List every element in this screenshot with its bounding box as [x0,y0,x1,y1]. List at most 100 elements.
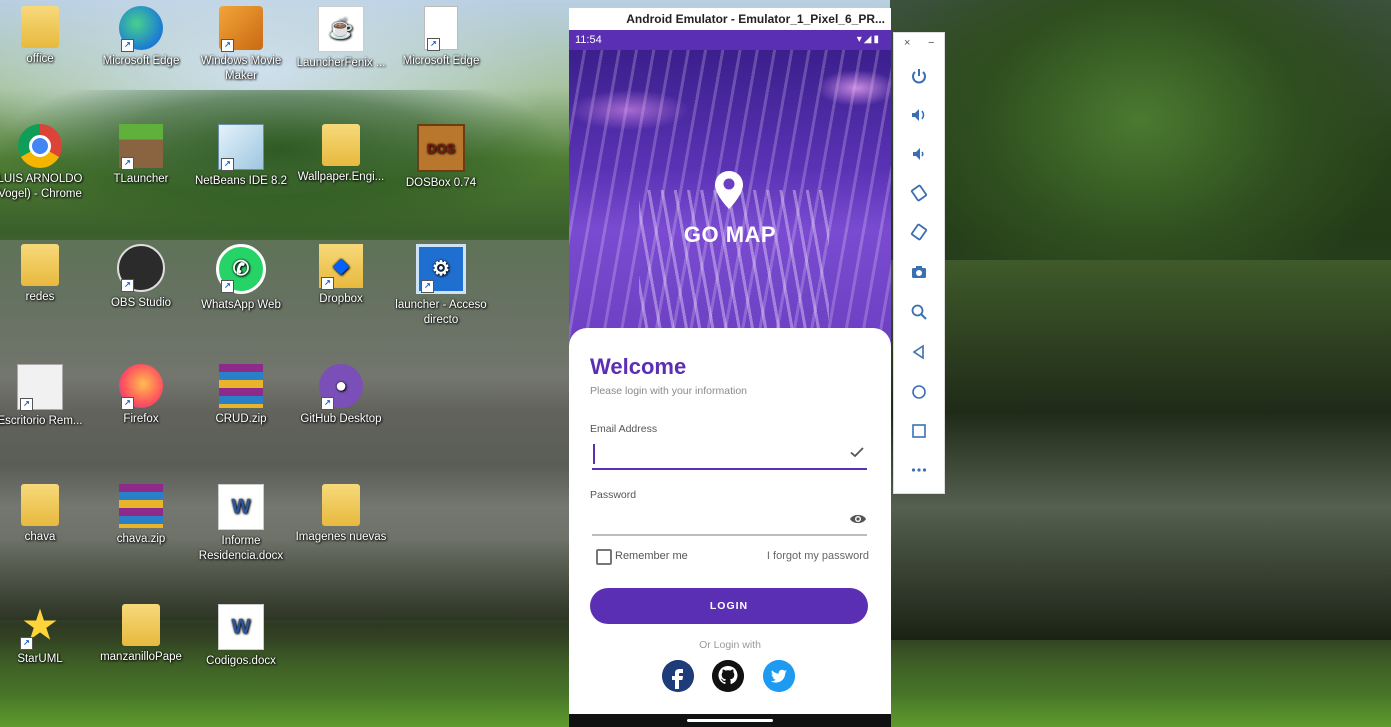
desktop-icon-label: DOSBox 0.74 [405,177,477,189]
home-icon[interactable] [908,381,930,403]
desktop-icon-label: Escritorio Rem... [0,415,83,427]
dropbox-icon: ◆ ↗ [319,244,363,290]
staruml-icon: ★ ↗ [18,604,62,650]
toolbar-header: × − [894,37,946,51]
desktop-icon-label: NetBeans IDE 8.2 [194,175,288,187]
gesture-handle[interactable] [687,719,773,722]
desktop-icon-tlauncher[interactable]: ↗ TLauncher [91,124,191,187]
desktop-icon-label: OBS Studio [110,297,172,309]
desktop-icon-crud-zip[interactable]: CRUD.zip [191,364,291,427]
desktop-icon-label: GitHub Desktop [300,413,382,425]
system-nav-bar [569,714,891,727]
desktop-icon-imagenes[interactable]: Imagenes nuevas [291,484,391,545]
phone-screen[interactable]: 11:54 ▾◢▮ GO MAP Welcome Please login wi… [569,30,891,727]
or-login-with-label: Or Login with [699,639,761,651]
road-light-trails [639,190,829,350]
obs-icon: ↗ [117,244,165,292]
status-icons: ▾◢▮ [856,34,881,45]
netbeans-icon: ↗ [218,124,264,171]
desktop-icon-label: Firefox [123,413,159,425]
close-icon[interactable]: × [904,37,910,49]
desktop-icon-staruml[interactable]: ★ ↗ StarUML [0,604,90,667]
desktop-icon-firefox[interactable]: ↗ Firefox [91,364,191,427]
minimize-icon[interactable]: − [928,37,934,49]
desktop-icon-netbeans[interactable]: ↗ NetBeans IDE 8.2 [191,124,291,189]
forgot-password-link[interactable]: I forgot my password [767,550,869,562]
check-icon [850,447,864,458]
desktop-icon-label: LUIS ARNOLDO Vogel) - Chrome [0,173,83,200]
desktop-icon-wallpaper[interactable]: Wallpaper.Engi... [291,124,391,185]
document-icon: ↗ [424,6,458,51]
desktop-icon-label: CRUD.zip [215,413,267,425]
map-pin-icon [715,171,743,209]
desktop-icon-chava-zip[interactable]: chava.zip [91,484,191,547]
github-icon[interactable] [712,660,744,692]
word-icon: W [218,604,264,650]
desktop-icon-label: Windows Movie Maker [200,55,282,82]
word-icon: W [218,484,264,530]
desktop-icon-office[interactable]: office [0,6,90,67]
folder-icon [21,484,59,526]
firefox-icon: ↗ [119,364,163,410]
desktop-icon-informe[interactable]: W Informe Residencia.docx [191,484,291,564]
desktop-icon-whatsapp[interactable]: ✆ ↗ WhatsApp Web [191,244,291,313]
email-field[interactable] [592,440,867,470]
twitter-icon[interactable] [763,660,795,692]
edge-icon: ↗ [119,6,163,52]
remember-me-label[interactable]: Remember me [615,550,688,562]
desktop-icon-edge-doc[interactable]: ↗ Microsoft Edge [391,6,491,69]
winrar-icon [219,364,263,408]
welcome-title: Welcome [590,354,687,379]
eye-icon[interactable] [849,512,867,526]
desktop-icon-label: Informe Residencia.docx [198,535,284,562]
desktop-icon-label: manzanilloPape [100,651,182,663]
back-icon[interactable] [908,341,930,363]
desktop-icon-edge[interactable]: ↗ Microsoft Edge [91,6,191,69]
github-icon: ● ↗ [319,364,363,410]
status-bar: 11:54 ▾◢▮ [569,30,891,50]
desktop-icon-movie-maker[interactable]: ↗ Windows Movie Maker [191,6,291,84]
facebook-icon[interactable] [662,660,694,692]
desktop-icon-obs[interactable]: ↗ OBS Studio [91,244,191,311]
desktop-icon-launcher[interactable]: ⚙ ↗ launcher - Acceso directo [391,244,491,328]
emulator-toolbar: × − [893,32,945,494]
desktop-icon-launcherfenix[interactable]: ☕ LauncherFenix ... [291,6,391,71]
desktop-icon-dropbox[interactable]: ◆ ↗ Dropbox [291,244,391,307]
rotate-left-icon[interactable] [908,182,930,204]
overview-icon[interactable] [908,420,930,442]
desktop-icon-label: office [26,53,54,65]
volume-up-icon[interactable] [908,104,930,126]
login-button[interactable]: LOGIN [590,588,868,624]
desktop-icon-label: Codigos.docx [206,655,276,667]
desktop-icon-label: chava.zip [116,533,166,545]
camera-icon[interactable] [908,261,930,283]
power-icon[interactable] [908,65,930,87]
volume-down-icon[interactable] [908,143,930,165]
desktop-icon-label: Microsoft Edge [102,55,180,67]
password-field[interactable] [592,506,867,536]
desktop-icon-github-desktop[interactable]: ● ↗ GitHub Desktop [291,364,391,427]
desktop-icon-redes[interactable]: redes [0,244,90,305]
desktop-icon-label: redes [25,291,55,303]
zoom-icon[interactable] [908,301,930,323]
more-icon[interactable] [908,459,930,481]
remote-desktop-icon: ↗ [17,364,63,411]
movie-maker-icon: ↗ [219,6,263,52]
dosbox-icon: DOS [417,124,465,172]
desktop-icon-chava[interactable]: chava [0,484,90,545]
rotate-right-icon[interactable] [908,221,930,243]
emulator-title-bar[interactable]: Android Emulator - Emulator_1_Pixel_6_PR… [569,8,891,30]
email-label: Email Address [590,423,658,435]
desktop-icon-dosbox[interactable]: DOS DOSBox 0.74 [391,124,491,191]
desktop-icon-chrome[interactable]: LUIS ARNOLDO Vogel) - Chrome [0,124,90,202]
desktop-icon-remote-desktop[interactable]: ↗ Escritorio Rem... [0,364,90,429]
desktop-icon-label: chava [24,531,56,543]
desktop-icon-codigos[interactable]: W Codigos.docx [191,604,291,669]
desktop-icon-label: Imagenes nuevas [295,531,387,543]
remember-me-checkbox[interactable] [596,549,612,565]
desktop-icon-manzanillo[interactable]: manzanilloPape [91,604,191,665]
folder-icon [322,484,360,526]
wallpaper-river [890,260,1391,640]
java-icon: ☕ [318,6,364,52]
folder-icon [322,124,360,166]
